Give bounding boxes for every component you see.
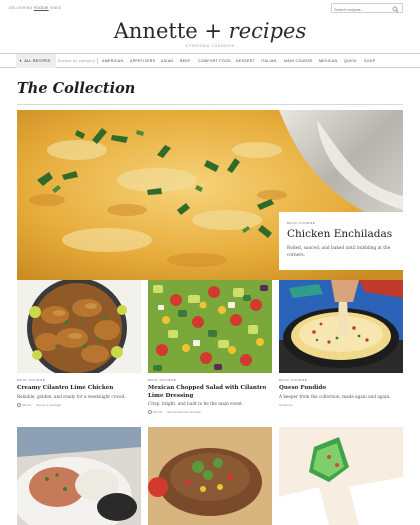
- nav-item-quick[interactable]: QUICK: [344, 54, 357, 68]
- top-bar: DELIVERING FOODIE VIBES: [0, 0, 420, 16]
- recipe-description: Reliable, golden, and ready for a weekni…: [17, 394, 126, 399]
- hero-description: Rolled, sauced, and baked until bubbling…: [287, 246, 391, 258]
- nav-item-asian[interactable]: ASIAN: [161, 54, 173, 68]
- recipe-photo: [17, 280, 141, 373]
- recipe-category[interactable]: MAIN COURSE: [148, 378, 176, 382]
- recipe-description: Crisp, bright, and built to be the main …: [148, 401, 244, 406]
- masthead: Annette + recipes A PERSONAL COOKBOOK: [0, 16, 420, 52]
- recipe-photo: [279, 280, 403, 373]
- recipe-category[interactable]: MAIN COURSE: [17, 378, 45, 382]
- category-nav: ✦ ALL RECIPES Browse by category: AMERIC…: [0, 53, 420, 68]
- recipe-meta: 40 min Serves 4 servings: [17, 403, 61, 407]
- recipe-time: 40 min: [22, 403, 32, 407]
- clock-icon: [148, 410, 152, 414]
- section-divider: [17, 104, 403, 105]
- search-icon[interactable]: [392, 6, 399, 13]
- section-title: The Collection: [17, 80, 136, 97]
- recipe-serves: Serves About 6 servings: [167, 410, 201, 414]
- recipe-time: 20 min: [153, 410, 163, 414]
- recipe-title[interactable]: Mexican Chopped Salad with Cilantro Lime…: [148, 385, 272, 400]
- nav-item-appetizers[interactable]: APPETIZERS: [130, 54, 155, 68]
- site-tagline: A PERSONAL COOKBOOK: [185, 44, 235, 48]
- logo-script: recipes: [228, 19, 307, 43]
- recipe-image[interactable]: [279, 280, 403, 373]
- recipe-title[interactable]: Creamy Cilantro Lime Chicken: [17, 385, 141, 393]
- nav-browse-label: Browse by category:: [58, 59, 97, 63]
- nav-item-main-course[interactable]: MAIN COURSE: [284, 54, 313, 68]
- nav-divider: [97, 58, 98, 64]
- foodie-link[interactable]: FOODIE: [34, 6, 49, 10]
- recipe-serves: Serves 6+: [279, 403, 294, 407]
- recipe-card[interactable]: MAIN COURSE Queso Fundido A keeper from …: [279, 280, 403, 420]
- top-bar-tagline: DELIVERING FOODIE VIBES: [9, 6, 61, 10]
- search-input[interactable]: [334, 5, 390, 13]
- recipe-meta: 20 min Serves About 6 servings: [148, 410, 201, 414]
- hero-title[interactable]: Chicken Enchiladas: [287, 228, 392, 240]
- recipe-title[interactable]: Queso Fundido: [279, 385, 403, 393]
- recipe-photo: [17, 427, 141, 525]
- recipe-card[interactable]: MAIN COURSE Mexican Chopped Salad with C…: [148, 280, 272, 420]
- recipe-meta: Serves 6+: [279, 403, 293, 407]
- recipe-card-image[interactable]: [17, 427, 141, 525]
- nav-item-comfort-food[interactable]: COMFORT FOOD: [198, 54, 231, 68]
- nav-item-dessert[interactable]: DESSERT: [236, 54, 255, 68]
- recipe-category[interactable]: MAIN COURSE: [279, 378, 307, 382]
- nav-item-mexican[interactable]: MEXICAN: [319, 54, 337, 68]
- recipe-card-image[interactable]: [279, 427, 403, 525]
- nav-item-italian[interactable]: ITALIAN: [261, 54, 276, 68]
- recipe-photo: [279, 427, 403, 525]
- nav-item-beef[interactable]: BEEF: [180, 54, 191, 68]
- recipe-card[interactable]: MAIN COURSE Creamy Cilantro Lime Chicken…: [17, 280, 141, 420]
- nav-item-american[interactable]: AMERICAN: [102, 54, 123, 68]
- nav-item-soup[interactable]: SOUP: [364, 54, 375, 68]
- recipe-serves: Serves 4 servings: [36, 403, 61, 407]
- clock-icon: [17, 403, 21, 407]
- logo-plus: +: [204, 19, 222, 43]
- recipe-photo: [148, 280, 272, 373]
- recipe-image[interactable]: [17, 280, 141, 373]
- logo-name: Annette: [113, 19, 198, 43]
- nav-all-recipes[interactable]: ✦ ALL RECIPES: [16, 54, 56, 68]
- nav-all-recipes-label: ALL RECIPES: [24, 59, 51, 63]
- site-logo[interactable]: Annette + recipes: [0, 19, 420, 43]
- tagline-text: DELIVERING: [9, 6, 34, 10]
- search-box[interactable]: [331, 3, 403, 13]
- hero-category[interactable]: MAIN COURSE: [287, 221, 315, 225]
- hero-recipe-card[interactable]: MAIN COURSE Chicken Enchiladas Rolled, s…: [279, 212, 403, 270]
- recipe-card-image[interactable]: [148, 427, 272, 525]
- recipe-description: A keeper from the collection, made again…: [279, 394, 391, 399]
- tagline-text-end: VIBES: [48, 6, 62, 10]
- recipe-photo: [148, 427, 272, 525]
- star-icon: ✦: [19, 59, 23, 63]
- recipe-image[interactable]: [148, 280, 272, 373]
